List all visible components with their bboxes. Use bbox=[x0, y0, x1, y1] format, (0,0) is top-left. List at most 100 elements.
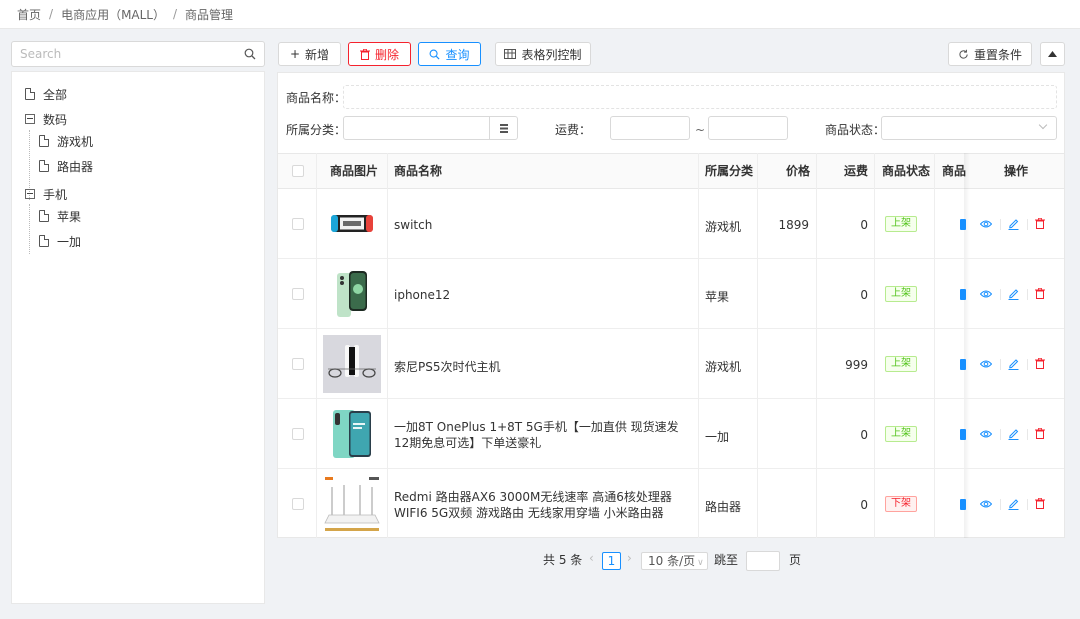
product-name[interactable]: 索尼PS5次时代主机 bbox=[394, 358, 501, 375]
column-control-button[interactable]: 表格列控制 bbox=[495, 42, 591, 66]
tree-search-input[interactable] bbox=[20, 47, 244, 61]
eye-icon[interactable] bbox=[980, 499, 992, 509]
edit-icon[interactable] bbox=[1008, 428, 1019, 440]
category-tree: 全部 数码 游戏机 路由器 手机 苹果 一加 bbox=[11, 71, 265, 604]
col-header-truncated: 商品: bbox=[942, 164, 966, 178]
table-icon bbox=[504, 49, 517, 59]
collapse-icon[interactable] bbox=[25, 114, 35, 124]
delete-button[interactable]: 删除 bbox=[348, 42, 411, 66]
product-category: 路由器 bbox=[705, 500, 742, 514]
caret-up-icon bbox=[1048, 51, 1057, 57]
tree-search-box[interactable] bbox=[11, 41, 265, 67]
edit-icon[interactable] bbox=[1008, 358, 1019, 370]
next-page-icon[interactable]: › bbox=[627, 551, 632, 565]
trash-icon[interactable] bbox=[1035, 288, 1045, 299]
product-name[interactable]: 一加8T OnePlus 1+8T 5G手机【一加直供 现货速发 12期免息可选… bbox=[394, 419, 690, 451]
table-row: Redmi 路由器AX6 3000M无线速率 高通6核处理器 WIFI6 5G双… bbox=[278, 469, 1064, 539]
table-row: 索尼PS5次时代主机 游戏机 999 上架 bbox=[278, 329, 1064, 399]
edit-icon[interactable] bbox=[1008, 288, 1019, 300]
reset-conditions-button[interactable]: 重置条件 bbox=[948, 42, 1032, 66]
select-all-checkbox[interactable] bbox=[292, 165, 304, 177]
edit-icon[interactable] bbox=[1008, 498, 1019, 510]
add-button[interactable]: + 新增 bbox=[278, 42, 341, 66]
action-divider bbox=[1000, 359, 1001, 370]
tree-node-all[interactable]: 全部 bbox=[25, 84, 67, 104]
breadcrumb: 首页 / 电商应用（MALL） / 商品管理 bbox=[0, 0, 1080, 29]
action-divider bbox=[1027, 429, 1028, 440]
col-header-image: 商品图片 bbox=[330, 164, 379, 178]
trash-icon[interactable] bbox=[1035, 498, 1045, 509]
search-icon bbox=[430, 49, 440, 60]
shipping-min-input[interactable] bbox=[610, 116, 690, 140]
row-checkbox[interactable] bbox=[292, 428, 304, 440]
trash-icon[interactable] bbox=[1035, 218, 1045, 229]
file-icon bbox=[39, 210, 49, 222]
tree-node-apple[interactable]: 苹果 bbox=[39, 206, 81, 226]
delete-button-label: 删除 bbox=[374, 47, 399, 62]
search-icon[interactable] bbox=[244, 48, 256, 60]
action-divider bbox=[1000, 219, 1001, 230]
page-size-value: 10 条/页 bbox=[648, 554, 696, 568]
tree-node-label: 一加 bbox=[57, 234, 82, 249]
tree-node-label: 数码 bbox=[43, 112, 68, 127]
page-1-button[interactable]: 1 bbox=[602, 552, 621, 570]
tree-node-phone[interactable]: 手机 bbox=[25, 184, 67, 204]
name-filter-label: 商品名称： bbox=[286, 91, 347, 105]
name-filter-input[interactable] bbox=[343, 85, 1057, 109]
col-header-shipping: 运费 bbox=[844, 164, 869, 178]
query-button[interactable]: 查询 bbox=[418, 42, 481, 66]
collapse-filter-button[interactable] bbox=[1040, 42, 1065, 66]
product-category: 苹果 bbox=[705, 290, 730, 304]
collapse-icon[interactable] bbox=[25, 189, 35, 199]
product-name[interactable]: switch bbox=[394, 218, 432, 232]
tree-node-oneplus[interactable]: 一加 bbox=[39, 231, 81, 251]
product-image-router[interactable] bbox=[323, 475, 381, 533]
category-filter-input[interactable] bbox=[343, 116, 518, 140]
status-badge: 下架 bbox=[885, 496, 917, 512]
truncated-cell-indicator bbox=[960, 499, 966, 510]
breadcrumb-mall[interactable]: 电商应用（MALL） bbox=[61, 6, 165, 23]
action-divider bbox=[1000, 429, 1001, 440]
trash-icon[interactable] bbox=[1035, 428, 1045, 439]
category-picker-button[interactable] bbox=[489, 117, 517, 139]
product-image-switch[interactable] bbox=[323, 195, 381, 253]
status-filter-select[interactable] bbox=[881, 116, 1057, 140]
product-category: 游戏机 bbox=[705, 360, 742, 374]
jump-page-input[interactable] bbox=[746, 551, 780, 571]
eye-icon[interactable] bbox=[980, 359, 992, 369]
page-size-select[interactable]: 10 条/页 ∨ bbox=[641, 552, 708, 570]
tree-node-game-console[interactable]: 游戏机 bbox=[39, 131, 93, 151]
product-name[interactable]: Redmi 路由器AX6 3000M无线速率 高通6核处理器 WIFI6 5G双… bbox=[394, 489, 694, 521]
row-checkbox[interactable] bbox=[292, 358, 304, 370]
row-checkbox[interactable] bbox=[292, 288, 304, 300]
tree-node-label: 路由器 bbox=[57, 159, 94, 174]
product-image-oneplus[interactable] bbox=[323, 405, 381, 463]
shipping-max-input[interactable] bbox=[708, 116, 788, 140]
product-shipping: 0 bbox=[860, 218, 868, 232]
row-checkbox[interactable] bbox=[292, 218, 304, 230]
edit-icon[interactable] bbox=[1008, 218, 1019, 230]
category-filter-label: 所属分类： bbox=[286, 123, 347, 137]
tree-node-digital[interactable]: 数码 bbox=[25, 109, 67, 129]
truncated-cell-indicator bbox=[960, 429, 966, 440]
product-image-iphone[interactable] bbox=[323, 265, 381, 323]
trash-icon[interactable] bbox=[1035, 358, 1045, 369]
breadcrumb-home[interactable]: 首页 bbox=[17, 6, 41, 23]
product-name[interactable]: iphone12 bbox=[394, 288, 450, 302]
action-divider bbox=[1027, 219, 1028, 230]
list-icon bbox=[499, 123, 508, 133]
eye-icon[interactable] bbox=[980, 429, 992, 439]
page-unit-label: 页 bbox=[789, 553, 802, 567]
chevron-down-icon: ∨ bbox=[697, 558, 704, 568]
product-shipping: 0 bbox=[860, 288, 868, 302]
reset-conditions-label: 重置条件 bbox=[973, 47, 1022, 62]
product-image-ps5[interactable] bbox=[323, 335, 381, 393]
status-badge: 上架 bbox=[885, 356, 917, 372]
prev-page-icon[interactable]: ‹ bbox=[589, 551, 594, 565]
add-button-label: 新增 bbox=[305, 47, 330, 62]
eye-icon[interactable] bbox=[980, 219, 992, 229]
tree-node-router[interactable]: 路由器 bbox=[39, 156, 93, 176]
query-button-label: 查询 bbox=[445, 47, 470, 62]
row-checkbox[interactable] bbox=[292, 498, 304, 510]
eye-icon[interactable] bbox=[980, 289, 992, 299]
